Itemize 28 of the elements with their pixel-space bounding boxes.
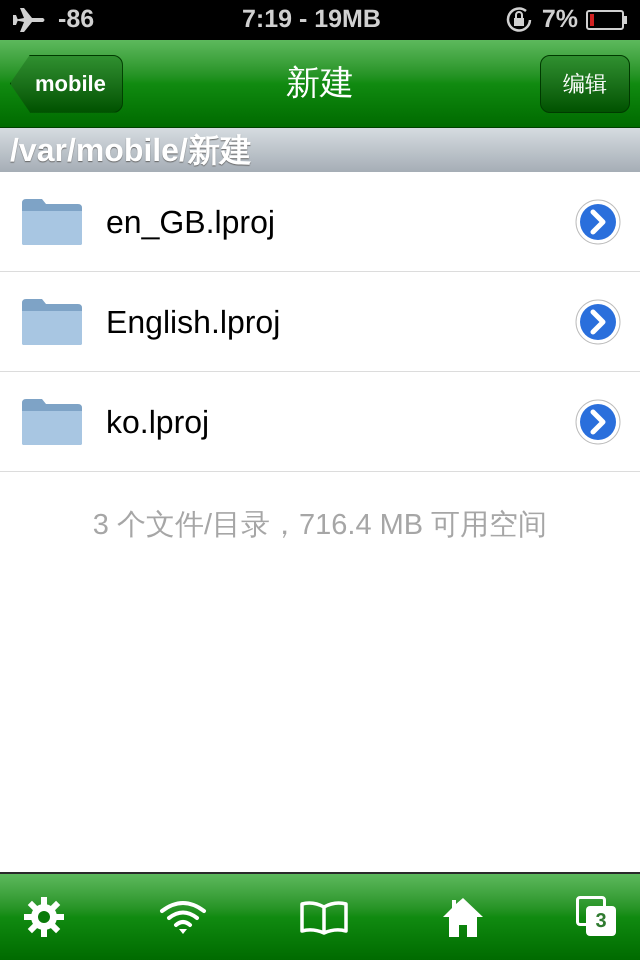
- battery-icon: [586, 10, 628, 30]
- file-row[interactable]: ko.lproj: [0, 372, 640, 472]
- airplane-icon: [12, 7, 46, 33]
- wifi-icon[interactable]: [158, 899, 206, 935]
- signal-strength: -86: [58, 4, 94, 36]
- folder-icon: [20, 396, 84, 446]
- detail-disclosure-icon[interactable]: [574, 298, 622, 346]
- screen-title: 新建: [285, 63, 355, 104]
- summary-text: 3 个文件/目录，716.4 MB 可用空间: [92, 508, 548, 543]
- detail-disclosure-icon[interactable]: [574, 398, 622, 446]
- current-path: /var/mobile/新建: [10, 131, 252, 170]
- folder-icon: [20, 196, 84, 246]
- file-row[interactable]: English.lproj: [0, 272, 640, 372]
- file-name: ko.lproj: [106, 402, 210, 442]
- file-row[interactable]: en_GB.lproj: [0, 172, 640, 272]
- book-icon[interactable]: [299, 899, 349, 935]
- detail-disclosure-icon[interactable]: [574, 198, 622, 246]
- folder-icon: [20, 296, 84, 346]
- edit-button[interactable]: 编辑: [540, 54, 630, 112]
- file-name: English.lproj: [106, 302, 280, 342]
- status-time: 7:19 - 19MB: [242, 4, 381, 36]
- windows-button[interactable]: 3: [586, 906, 616, 936]
- settings-icon[interactable]: [22, 895, 66, 939]
- battery-percent: 7%: [542, 4, 578, 36]
- back-button[interactable]: mobile: [10, 54, 123, 112]
- rotation-lock-icon: [504, 5, 534, 35]
- file-name: en_GB.lproj: [106, 202, 275, 242]
- home-icon[interactable]: [442, 896, 484, 938]
